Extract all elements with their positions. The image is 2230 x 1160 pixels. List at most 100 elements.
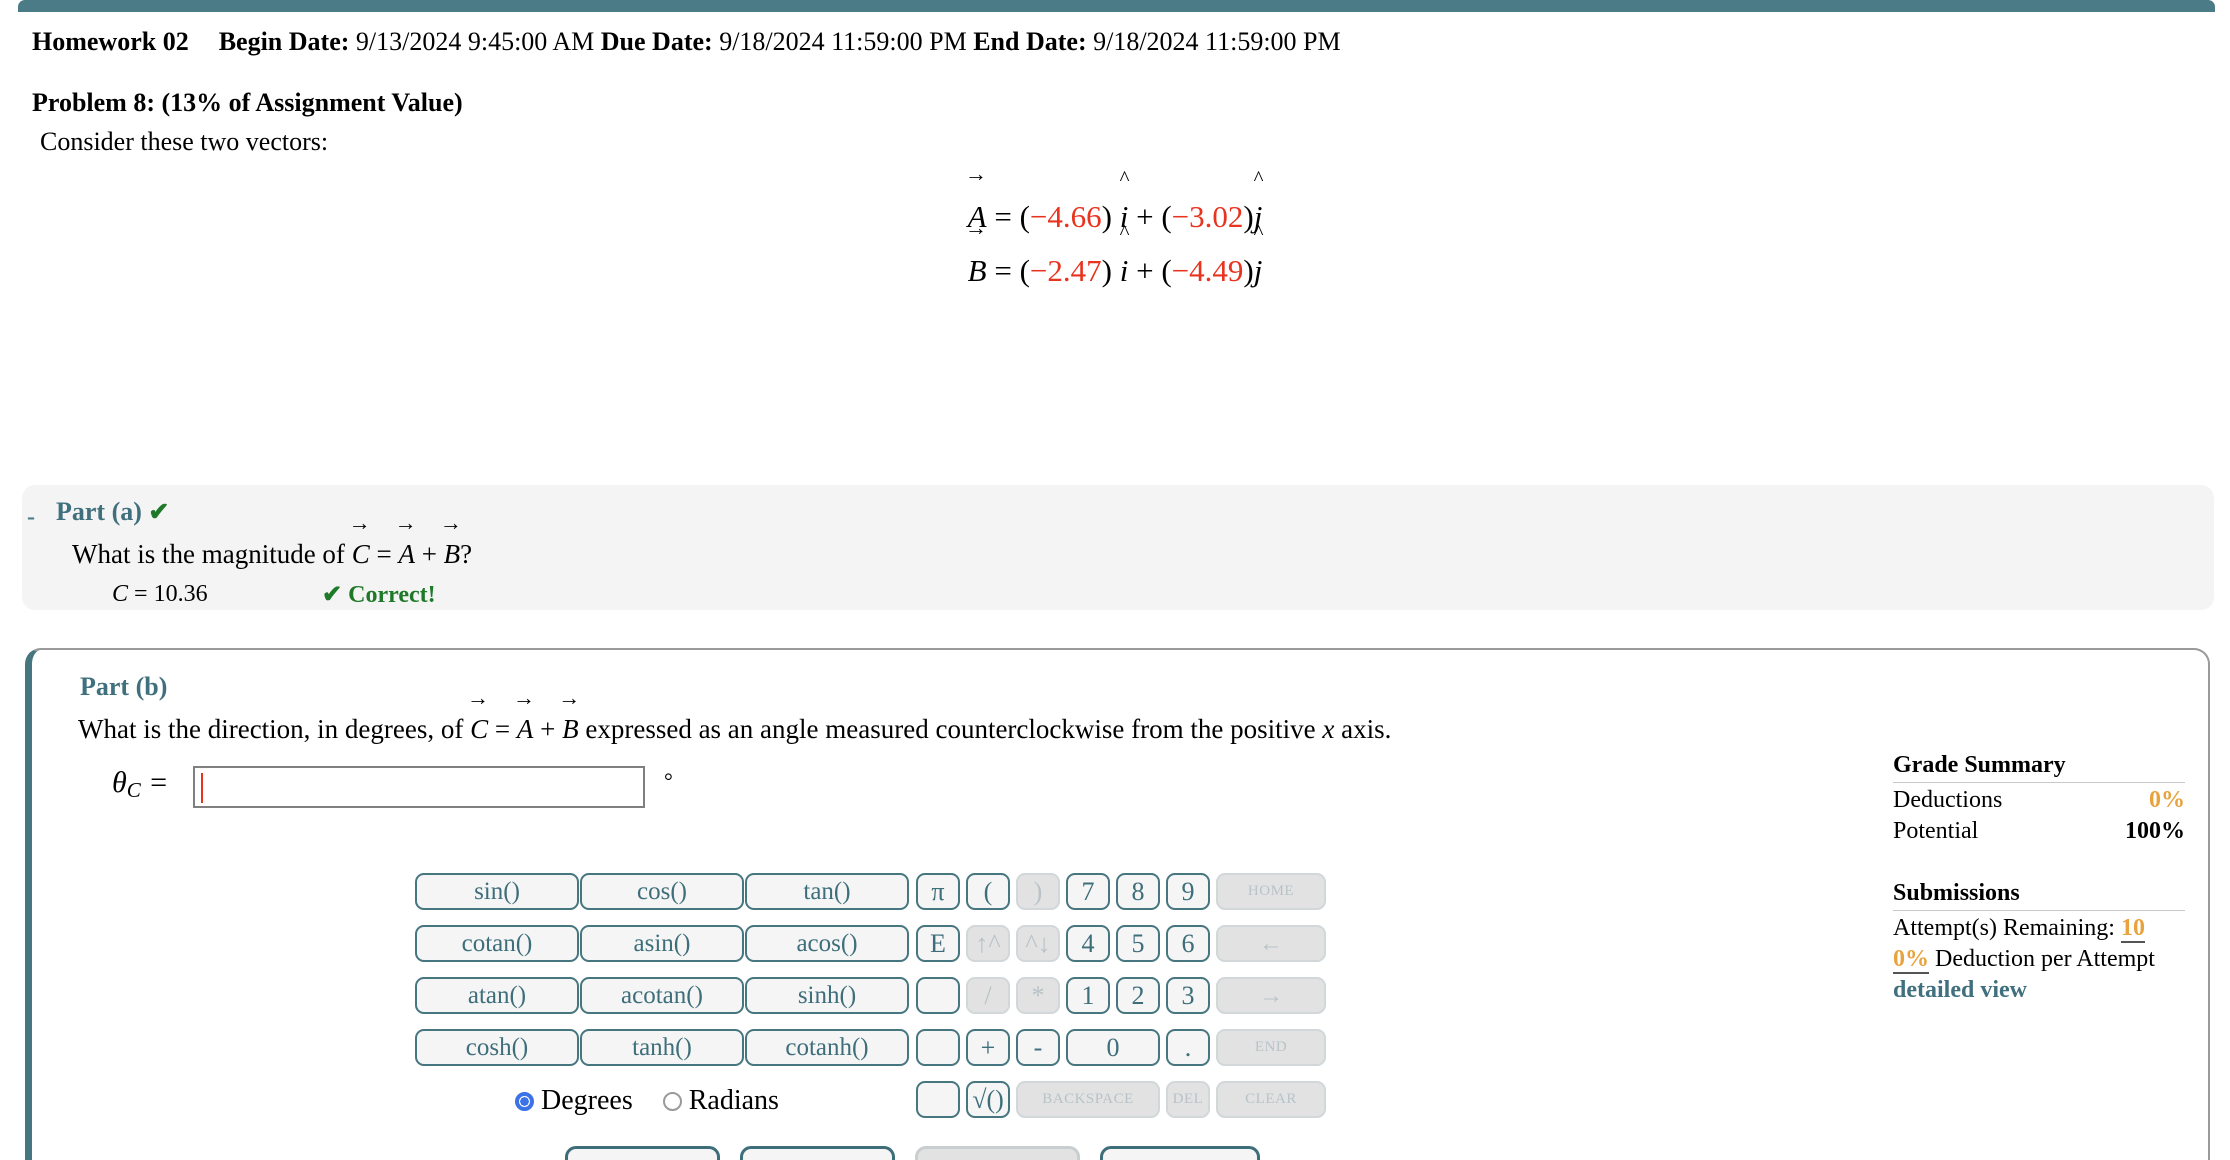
equation-b-paren-close-2: ) <box>1243 253 1254 288</box>
fn-key-cosh[interactable]: cosh() <box>415 1029 579 1066</box>
num-key-9[interactable]: 9 <box>1166 873 1210 910</box>
num-key-home: HOME <box>1216 873 1326 910</box>
equation-b-x-value: −2.47 <box>1029 253 1102 288</box>
fn-key-cos[interactable]: cos() <box>580 873 744 910</box>
part-a-panel: - Part (a) ✔ What is the magnitude of C … <box>22 485 2214 610</box>
bottom-action-button-2[interactable] <box>740 1146 895 1160</box>
deduction-per-attempt-row: 0% Deduction per Attempt <box>1893 944 2185 975</box>
vector-b-symbol: B <box>562 714 579 745</box>
radio-radians[interactable] <box>662 1091 682 1111</box>
num-key-end: END <box>1216 1029 1326 1066</box>
due-date-label: Due Date: <box>600 27 713 56</box>
num-key-delete: DEL <box>1166 1081 1210 1118</box>
equation-b-paren-close-1: ) <box>1101 253 1112 288</box>
fn-key-tan[interactable]: tan() <box>745 873 909 910</box>
num-key-8[interactable]: 8 <box>1116 873 1160 910</box>
num-key-sqrt[interactable]: √() <box>966 1081 1010 1118</box>
vector-a-symbol: A <box>517 714 534 745</box>
num-key-blank[interactable] <box>916 1029 960 1066</box>
part-a-question-pre: What is the magnitude of <box>72 539 352 569</box>
num-key-plus[interactable]: + <box>966 1029 1010 1066</box>
problem-title: Problem 8: (13% of Assignment Value) <box>32 88 463 117</box>
part-a-question-plus: + <box>414 539 444 569</box>
num-key-exponent[interactable]: E <box>916 925 960 962</box>
num-key-7[interactable]: 7 <box>1066 873 1110 910</box>
part-a-answer-eq: = <box>128 581 154 607</box>
num-key-pi[interactable]: π <box>916 873 960 910</box>
part-b-question-plus: + <box>533 714 563 744</box>
submissions-title: Submissions <box>1893 880 2020 906</box>
num-key-4[interactable]: 4 <box>1066 925 1110 962</box>
vector-equations: A = (−4.66) i + (−3.02)j B = (−2.47) i +… <box>0 190 2230 298</box>
part-a-question: What is the magnitude of C = A + B? <box>72 539 472 570</box>
num-key-blank[interactable] <box>916 1081 960 1118</box>
num-key-2[interactable]: 2 <box>1116 977 1160 1014</box>
bottom-action-button-4[interactable] <box>1100 1146 1260 1160</box>
vector-a-symbol: A <box>398 539 415 570</box>
check-icon: ✔ <box>148 499 170 526</box>
attempts-remaining-row: Attempt(s) Remaining: 10 <box>1893 913 2185 944</box>
part-b-question-post: axis. <box>1334 714 1392 744</box>
equation-a-x-value: −4.66 <box>1029 199 1102 234</box>
part-a-question-post: ? <box>460 539 473 569</box>
fn-key-acotan[interactable]: acotan() <box>580 977 744 1014</box>
part-a-status-badge: ✔ Correct! <box>322 582 436 608</box>
equation-a-paren-open-1: ( <box>1019 199 1030 234</box>
end-date-value: 9/18/2024 11:59:00 PM <box>1093 27 1341 56</box>
num-key-divide: / <box>966 977 1010 1014</box>
part-a-title: Part (a) <box>56 497 142 526</box>
equation-a-equals: = <box>994 199 1012 234</box>
fn-key-sin[interactable]: sin() <box>415 873 579 910</box>
bottom-action-button-3 <box>915 1146 1080 1160</box>
grade-summary-title: Grade Summary <box>1893 752 2066 778</box>
attempts-remaining-value: 10 <box>2120 915 2145 943</box>
fn-key-acos[interactable]: acos() <box>745 925 909 962</box>
num-key-decimal[interactable]: . <box>1166 1029 1210 1066</box>
deduction-per-attempt-label: Deduction per Attempt <box>1935 946 2155 972</box>
attempts-remaining-label: Attempt(s) Remaining: <box>1893 915 2115 941</box>
divider <box>1893 910 2185 911</box>
part-b-question-mid: expressed as an angle measured countercl… <box>578 714 1323 744</box>
num-key-arrow-left: ← <box>1216 925 1326 962</box>
vector-b-symbol: B <box>968 244 987 298</box>
num-key-clear: CLEAR <box>1216 1081 1326 1118</box>
fn-key-cotan[interactable]: cotan() <box>415 925 579 962</box>
axis-label: x <box>1322 714 1335 744</box>
num-key-5[interactable]: 5 <box>1116 925 1160 962</box>
num-key-subscript: ^↓ <box>1016 925 1060 962</box>
deductions-label: Deductions <box>1893 787 2003 813</box>
answer-input[interactable] <box>193 766 645 808</box>
answer-equals: = <box>140 766 169 799</box>
collapse-toggle-icon[interactable]: - <box>20 505 42 529</box>
fn-key-asin[interactable]: asin() <box>580 925 744 962</box>
part-a-question-eq: = <box>369 539 399 569</box>
num-key-3[interactable]: 3 <box>1166 977 1210 1014</box>
vector-c-symbol: C <box>470 714 488 745</box>
num-key-arrow-right: → <box>1216 977 1326 1014</box>
j-hat-symbol: j <box>1254 244 1263 298</box>
num-key-minus[interactable]: - <box>1016 1029 1060 1066</box>
radio-degrees-label: Degrees <box>541 1085 633 1116</box>
equation-a-y-value: −3.02 <box>1171 199 1244 234</box>
fn-key-sinh[interactable]: sinh() <box>745 977 909 1014</box>
begin-date-label: Begin Date: <box>218 27 350 56</box>
fn-key-cotanh[interactable]: cotanh() <box>745 1029 909 1066</box>
part-a-answer-var: C <box>112 581 129 607</box>
potential-value: 100% <box>2125 818 2185 844</box>
angle-mode-group: Degrees Radians <box>515 1085 779 1117</box>
radio-degrees[interactable] <box>515 1091 534 1111</box>
num-key-6[interactable]: 6 <box>1166 925 1210 962</box>
fn-key-atan[interactable]: atan() <box>415 977 579 1014</box>
problem-intro: Consider these two vectors: <box>40 127 329 156</box>
num-key-1[interactable]: 1 <box>1066 977 1110 1014</box>
equation-b-y-value: −4.49 <box>1171 253 1244 288</box>
i-hat-symbol: i <box>1120 244 1129 298</box>
num-key-0[interactable]: 0 <box>1066 1029 1160 1066</box>
detailed-view-link[interactable]: detailed view <box>1893 975 2185 1006</box>
fn-key-tanh[interactable]: tanh() <box>580 1029 744 1066</box>
bottom-action-button-1[interactable] <box>565 1146 720 1160</box>
equation-a-paren-open-2: ( <box>1161 199 1172 234</box>
num-key-blank[interactable] <box>916 977 960 1014</box>
end-date-label: End Date: <box>973 27 1087 56</box>
num-key-paren-open[interactable]: ( <box>966 873 1010 910</box>
